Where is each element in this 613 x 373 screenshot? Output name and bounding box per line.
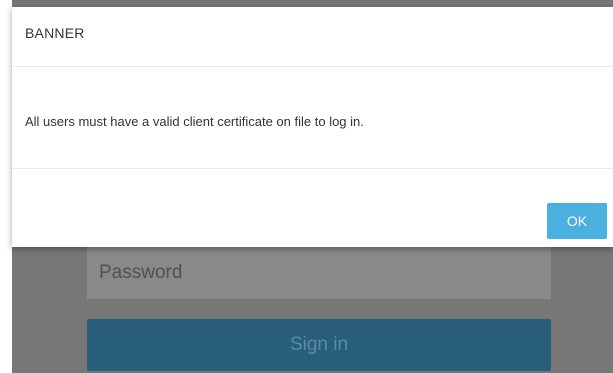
password-input[interactable]: Password [87, 247, 551, 299]
sign-in-button[interactable]: Sign in [87, 319, 551, 371]
password-placeholder: Password [99, 262, 183, 283]
dialog-header: BANNER [12, 7, 613, 67]
dialog-message: All users must have a valid client certi… [25, 114, 364, 129]
banner-dialog: BANNER All users must have a valid clien… [12, 7, 613, 247]
dialog-title: BANNER [25, 25, 85, 41]
ok-button-label: OK [566, 213, 588, 229]
ok-button[interactable]: OK [547, 203, 607, 239]
sign-in-button-label: Sign in [289, 334, 349, 355]
dialog-body: All users must have a valid client certi… [12, 67, 613, 169]
